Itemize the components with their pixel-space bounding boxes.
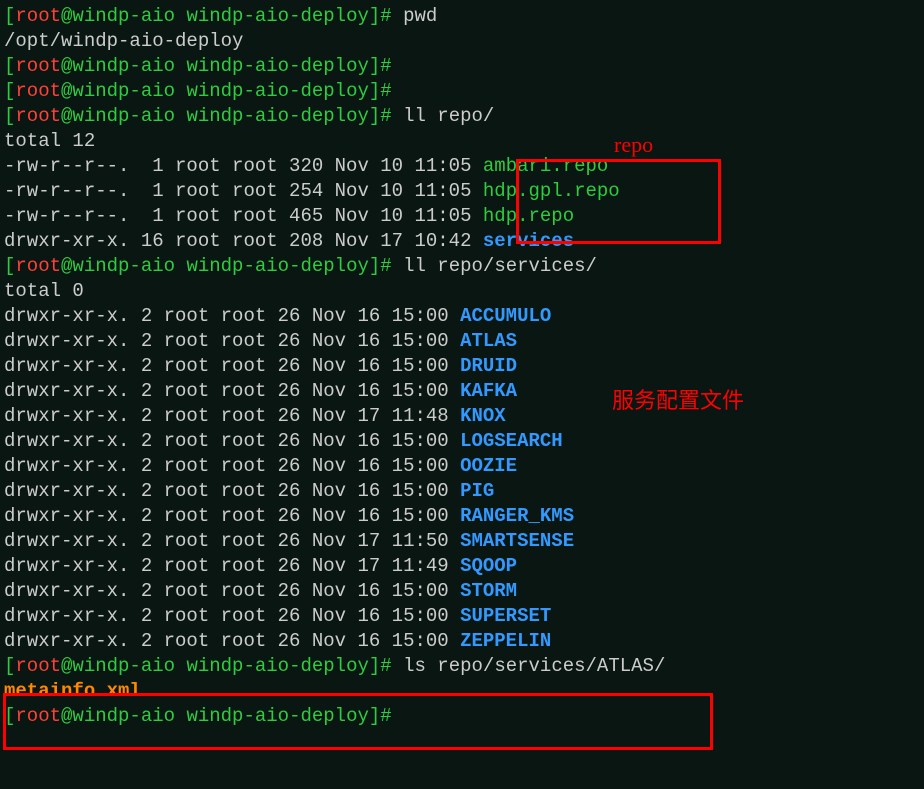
ls-line: drwxr-xr-x. 2 root root 26 Nov 16 15:00 … [4,379,920,404]
terminal-line: [root@windp-aio windp-aio-deploy]# [4,704,920,729]
ls-line: drwxr-xr-x. 2 root root 26 Nov 16 15:00 … [4,479,920,504]
ls-line: -rw-r--r--. 1 root root 320 Nov 10 11:05… [4,154,920,179]
repo-file: ambari.repo [483,155,608,177]
dir-services: services [483,230,574,252]
service-dir: ZEPPELIN [460,630,551,652]
service-dir: LOGSEARCH [460,430,563,452]
ls-line: drwxr-xr-x. 2 root root 26 Nov 16 15:00 … [4,354,920,379]
annotation-services: 服务配置文件 [612,388,744,413]
terminal-output: [root@windp-aio windp-aio-deploy]# pwd /… [4,4,920,729]
ls-line: drwxr-xr-x. 2 root root 26 Nov 16 15:00 … [4,329,920,354]
service-dir: DRUID [460,355,517,377]
terminal-line: [root@windp-aio windp-aio-deploy]# pwd [4,4,920,29]
service-dir: ATLAS [460,330,517,352]
terminal-line: [root@windp-aio windp-aio-deploy]# ls re… [4,654,920,679]
service-dir: RANGER_KMS [460,505,574,527]
service-dir: SMARTSENSE [460,530,574,552]
ls-line: drwxr-xr-x. 2 root root 26 Nov 16 15:00 … [4,629,920,654]
ls-line: drwxr-xr-x. 2 root root 26 Nov 16 15:00 … [4,579,920,604]
service-dir: OOZIE [460,455,517,477]
ls-line: drwxr-xr-x. 2 root root 26 Nov 17 11:49 … [4,554,920,579]
cmd-ll-repo: ll repo/ [392,105,495,127]
terminal-line: [root@windp-aio windp-aio-deploy]# ll re… [4,104,920,129]
ls-line: drwxr-xr-x. 2 root root 26 Nov 16 15:00 … [4,504,920,529]
service-dir: KNOX [460,405,506,427]
cmd-ll-services: ll repo/services/ [392,255,597,277]
annotation-repo: repo [614,132,653,157]
ls-line: drwxr-xr-x. 2 root root 26 Nov 16 15:00 … [4,454,920,479]
service-dir: STORM [460,580,517,602]
ls-line: drwxr-xr-x. 2 root root 26 Nov 17 11:50 … [4,529,920,554]
service-dir: SUPERSET [460,605,551,627]
ls-line: -rw-r--r--. 1 root root 254 Nov 10 11:05… [4,179,920,204]
cmd-ls-atlas: ls repo/services/ATLAS/ [392,655,666,677]
terminal-line: [root@windp-aio windp-aio-deploy]# [4,79,920,104]
ls-line: -rw-r--r--. 1 root root 465 Nov 10 11:05… [4,204,920,229]
ls-atlas-output: metainfo.xml [4,679,920,704]
ls-line: drwxr-xr-x. 2 root root 26 Nov 16 15:00 … [4,304,920,329]
repo-file: hdp.repo [483,205,574,227]
service-dir: SQOOP [460,555,517,577]
service-dir: KAFKA [460,380,517,402]
repo-file: hdp.gpl.repo [483,180,620,202]
ls-line: drwxr-xr-x. 16 root root 208 Nov 17 10:4… [4,229,920,254]
ls-line: drwxr-xr-x. 2 root root 26 Nov 16 15:00 … [4,604,920,629]
ls-line: drwxr-xr-x. 2 root root 26 Nov 17 11:48 … [4,404,920,429]
cmd-pwd: pwd [392,5,438,27]
service-dir: PIG [460,480,494,502]
terminal-line: [root@windp-aio windp-aio-deploy]# ll re… [4,254,920,279]
total-line: total 0 [4,279,920,304]
ls-line: drwxr-xr-x. 2 root root 26 Nov 16 15:00 … [4,429,920,454]
pwd-output: /opt/windp-aio-deploy [4,29,920,54]
total-line: total 12 [4,129,920,154]
service-dir: ACCUMULO [460,305,551,327]
terminal-line: [root@windp-aio windp-aio-deploy]# [4,54,920,79]
